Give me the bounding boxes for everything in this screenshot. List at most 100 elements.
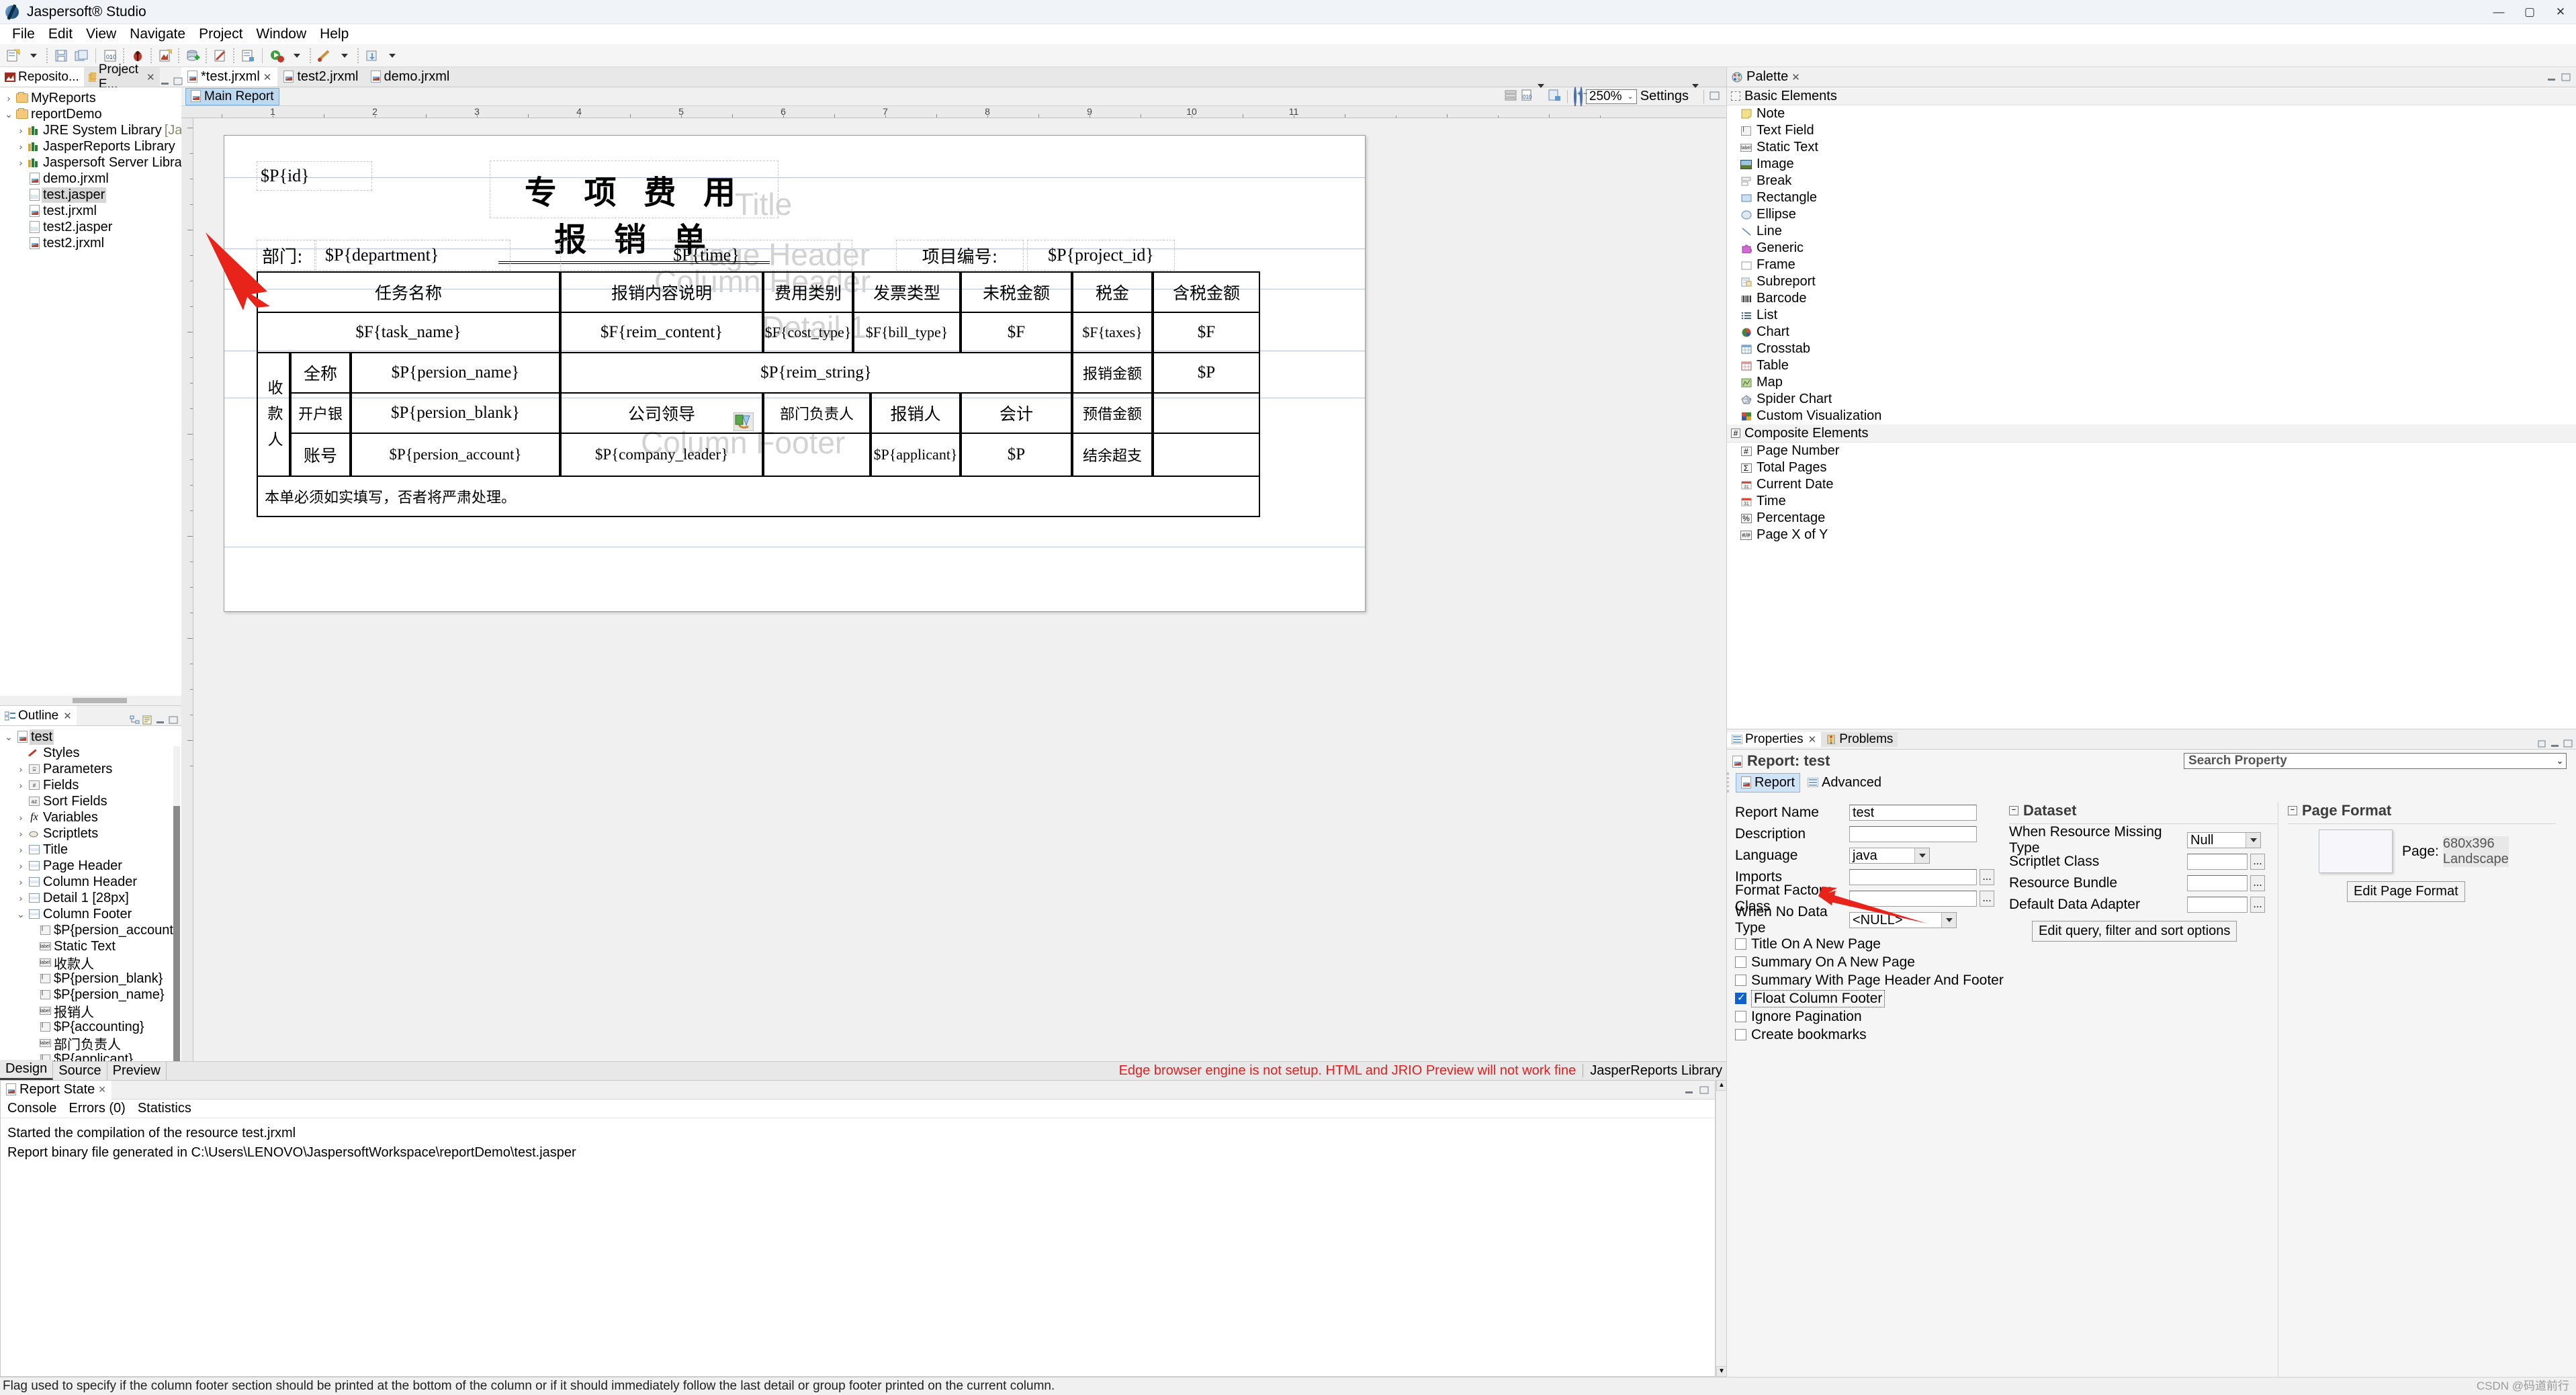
menu-view[interactable]: View [79, 25, 123, 44]
checkbox-box[interactable] [1735, 1029, 1746, 1040]
table-footer-note-box[interactable]: 本单必须如实填写，否者将严肃处理。 [257, 476, 1260, 517]
outline-item-detail-1[interactable]: › Detail 1 [28px] [0, 890, 181, 906]
minimize-panel-icon[interactable] [155, 711, 166, 721]
tab-outline[interactable]: Outline ✕ [0, 706, 77, 725]
maximize-panel-icon[interactable] [168, 711, 179, 721]
tab-problems[interactable]: Problems [1821, 732, 1898, 747]
table-balance-label[interactable]: 结余超支 [1072, 433, 1153, 477]
compile-dropdown-icon[interactable] [1538, 88, 1544, 105]
checkbox-box[interactable] [1735, 993, 1746, 1004]
new-file-icon[interactable] [4, 47, 23, 64]
editor-tab-test-jrxml[interactable]: *test.jrxml ✕ [181, 67, 277, 87]
chevron-right-icon[interactable]: › [15, 844, 27, 855]
checkbox-ignore-pagination[interactable]: Ignore Pagination [1735, 1007, 2009, 1026]
maximize-console-icon[interactable] [1699, 1081, 1709, 1099]
table-payee-row1-value[interactable]: $P{persion_name} [351, 352, 560, 394]
table-detail-cell[interactable]: $F [961, 312, 1072, 353]
scriptlet-class-browse-button[interactable]: ... [2250, 854, 2265, 870]
outline-item-scriptlets[interactable]: › Scriptlets [0, 825, 181, 842]
close-icon[interactable]: ✕ [263, 71, 272, 83]
editor-tab-test2-jrxml[interactable]: test2.jrxml [277, 67, 364, 87]
outline-item-fields[interactable]: › # Fields [0, 777, 181, 793]
outline-item-styles[interactable]: Styles [0, 745, 181, 761]
palette-item-subreport[interactable]: Subreport [1727, 273, 2576, 290]
outline-item-accounting[interactable]: $P{accounting} [0, 1019, 181, 1035]
maximize-panel-icon[interactable] [2563, 735, 2573, 744]
publish-icon[interactable] [363, 47, 382, 64]
settings-dropdown-icon[interactable] [1692, 88, 1699, 105]
edit-query-button[interactable]: Edit query, filter and sort options [2032, 921, 2237, 942]
tab-preview[interactable]: Preview [107, 1062, 167, 1080]
table-payee-row1-label[interactable]: 全称 [290, 352, 351, 394]
chevron-right-icon[interactable]: › [15, 876, 27, 887]
tab-project-explorer[interactable]: Project E... ✕ [84, 67, 160, 87]
palette-item-line[interactable]: Line [1727, 223, 2576, 240]
table-header-cell[interactable]: 税金 [1072, 271, 1153, 313]
chevron-down-icon[interactable]: ⌄ [15, 909, 27, 920]
minimize-panel-icon[interactable] [160, 73, 171, 82]
default-data-adapter-browse-button[interactable]: ... [2250, 897, 2265, 913]
table-detail-cell[interactable]: $F{reim_content} [560, 312, 763, 353]
chevron-right-icon[interactable]: › [15, 764, 27, 774]
console-vertical-scrollbar[interactable]: ▲ ▼ [1716, 1080, 1726, 1377]
palette-item-frame[interactable]: Frame [1727, 257, 2576, 273]
preview-dropdown-icon[interactable] [335, 47, 354, 64]
outline-item-page-header[interactable]: › Page Header [0, 858, 181, 874]
minimize-panel-icon[interactable] [2550, 735, 2561, 744]
subtab-console[interactable]: Console [7, 1101, 56, 1116]
minimize-panel-icon[interactable] [2546, 69, 2557, 86]
when-resource-missing-type-select[interactable]: Null [2187, 832, 2261, 848]
table-reimburser-value[interactable]: $P{applicant} [871, 433, 961, 477]
chevron-right-icon[interactable]: › [15, 828, 27, 839]
collapse-icon[interactable]: − [2009, 806, 2018, 815]
save-icon[interactable] [52, 47, 71, 64]
palette-item-map[interactable]: Map [1727, 374, 2576, 391]
table-reim-amount-label[interactable]: 报销金额 [1072, 352, 1153, 394]
resource-bundle-input[interactable] [2187, 875, 2248, 891]
when-no-data-type-select[interactable]: <NULL> [1849, 912, 1957, 928]
outline-item-persion-account[interactable]: $P{persion_account} [0, 922, 181, 938]
table-advance-amount-label[interactable]: 预借金额 [1072, 392, 1153, 434]
outline-item-column-header[interactable]: › Column Header [0, 874, 181, 890]
tree-item-test2-jrxml[interactable]: test2.jrxml [0, 235, 181, 251]
palette-item-text-field[interactable]: Text Field [1727, 122, 2576, 139]
checkbox-box[interactable] [1735, 938, 1746, 950]
palette-item-note[interactable]: Note [1727, 105, 2576, 122]
outline-item-title[interactable]: › Title [0, 842, 181, 858]
repository-horizontal-scrollbar[interactable] [0, 696, 181, 705]
compile-report-icon[interactable]: 010 [1521, 88, 1534, 105]
table-header-cell[interactable]: 任务名称 [257, 271, 560, 313]
palette-item-list[interactable]: List [1727, 307, 2576, 324]
close-icon[interactable]: ✕ [1791, 71, 1800, 83]
minimize-console-icon[interactable] [1684, 1081, 1695, 1099]
outline-item-column-footer[interactable]: ⌄ Column Footer [0, 906, 181, 922]
table-reim-string[interactable]: $P{reim_string} [560, 352, 1072, 394]
palette-item-chart[interactable]: Chart [1727, 324, 2576, 341]
zoom-out-icon[interactable]: − [1580, 88, 1583, 105]
menu-project[interactable]: Project [192, 25, 249, 44]
table-detail-cell[interactable]: $F [1153, 312, 1260, 353]
chevron-down-icon[interactable] [2246, 833, 2260, 848]
maximize-panel-icon[interactable] [173, 73, 183, 82]
palette-item-page-x-of-y[interactable]: #/# Page X of Y [1727, 527, 2576, 543]
palette-group-composite-elements[interactable]: # Composite Elements [1727, 424, 2576, 443]
run-icon[interactable] [267, 47, 286, 64]
subtab-errors[interactable]: Errors (0) [69, 1101, 125, 1116]
table-empty-cell[interactable] [1153, 392, 1260, 434]
table-detail-cell[interactable]: $F{task_name} [257, 312, 560, 353]
compile-icon[interactable] [238, 47, 257, 64]
menu-help[interactable]: Help [313, 25, 355, 44]
close-icon[interactable]: ✕ [98, 1084, 106, 1095]
menu-window[interactable]: Window [249, 25, 313, 44]
tree-item-test-jasper[interactable]: test.jasper [0, 187, 181, 203]
preview-brush-icon[interactable] [315, 47, 334, 64]
palette-group-basic-elements[interactable]: Basic Elements [1727, 87, 2576, 105]
close-icon[interactable]: ✕ [1808, 733, 1817, 746]
palette-item-custom-visualization[interactable]: Custom Visualization [1727, 408, 2576, 424]
report-view-icon[interactable] [142, 711, 153, 721]
chevron-right-icon[interactable]: › [15, 157, 27, 168]
hierarchy-icon[interactable] [130, 711, 140, 721]
tab-design[interactable]: Design [0, 1060, 53, 1080]
save-report-icon[interactable] [1548, 88, 1561, 105]
palette-item-static-text[interactable]: label Static Text [1727, 139, 2576, 156]
